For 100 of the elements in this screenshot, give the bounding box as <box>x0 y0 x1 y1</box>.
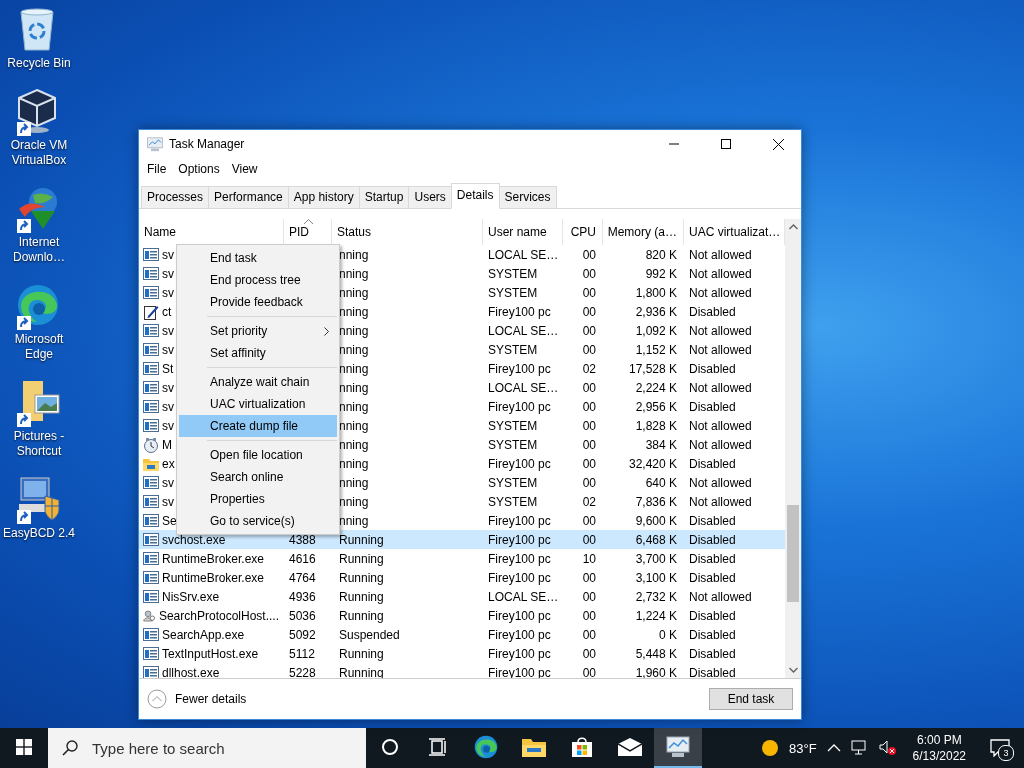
clock-icon <box>143 436 159 453</box>
table-cell: 2,956 K <box>635 399 677 414</box>
table-cell[interactable]: LOCAL SE… <box>483 245 563 264</box>
context-menu-item[interactable]: Set affinity <box>179 342 337 364</box>
table-cell[interactable]: LOCAL SE… <box>483 378 563 397</box>
table-cell: Running <box>339 608 384 623</box>
speaker-muted-icon[interactable] <box>878 740 897 756</box>
table-cell[interactable]: Firey100 pc <box>483 511 563 530</box>
table-cell[interactable]: SYSTEM <box>483 340 563 359</box>
table-cell: ex <box>162 456 175 471</box>
table-cell: 5092 <box>289 627 316 642</box>
window-icon <box>143 476 159 489</box>
context-menu-item[interactable]: Open file location <box>179 444 337 466</box>
table-cell[interactable]: SYSTEM <box>483 473 563 492</box>
table-cell: Disabled <box>689 399 736 414</box>
table-cell: SearchProtocolHost.... <box>158 608 279 623</box>
clock[interactable]: 6:00 PM 6/13/2022 <box>906 732 972 764</box>
fewer-details-button[interactable]: Fewer details <box>147 689 703 709</box>
table-cell[interactable]: Firey100 pc <box>483 568 563 587</box>
table-cell[interactable]: LOCAL SE… <box>483 321 563 340</box>
monitor-chart-icon <box>147 136 163 152</box>
end-task-button[interactable]: End task <box>709 688 793 710</box>
table-cell: 1,224 K <box>635 608 677 623</box>
desktop-icon-label[interactable]: EasyBCD 2.4 <box>2 526 76 541</box>
table-cell: nning <box>339 513 369 528</box>
scrollbar[interactable] <box>785 219 801 678</box>
scrollbar-thumb[interactable] <box>787 505 799 602</box>
table-cell: sv <box>162 285 174 300</box>
table-cell[interactable]: Firey100 pc <box>483 644 563 663</box>
context-menu-item[interactable]: Properties <box>179 488 337 510</box>
context-menu-item[interactable]: Search online <box>179 466 337 488</box>
table-cell[interactable]: SYSTEM <box>483 283 563 302</box>
table-cell: Disabled <box>689 665 736 678</box>
desktop-icon-label[interactable]: Internet Downlo… <box>2 235 76 265</box>
chevron-up-icon[interactable] <box>826 743 841 753</box>
table-cell: Disabled <box>689 551 736 566</box>
window-icon <box>143 343 159 356</box>
menu-item[interactable]: View <box>225 162 264 176</box>
table-cell[interactable]: SYSTEM <box>483 492 563 511</box>
menu-item[interactable]: Options <box>172 162 226 176</box>
context-menu-item[interactable]: End process tree <box>179 269 337 291</box>
context-menu-item[interactable]: Provide feedback <box>179 291 337 313</box>
shopping-bag-icon <box>571 736 593 758</box>
tab[interactable]: Services <box>498 186 557 208</box>
table-cell[interactable]: Firey100 pc <box>483 549 563 568</box>
context-menu-item[interactable]: End task <box>179 247 337 269</box>
table-cell[interactable]: Firey100 pc <box>483 454 563 473</box>
table-cell[interactable]: Firey100 pc <box>483 359 563 378</box>
table-cell[interactable]: SYSTEM <box>483 264 563 283</box>
window-icon <box>143 419 159 432</box>
table-cell[interactable]: Firey100 pc <box>483 606 563 625</box>
tab[interactable]: Performance <box>208 186 289 208</box>
table-cell: 384 K <box>645 437 677 452</box>
table-cell: 820 K <box>645 247 677 262</box>
desktop-icon-label[interactable]: Pictures - Shortcut <box>2 429 76 459</box>
chevron-up-circle-icon <box>147 689 167 709</box>
context-menu-item[interactable]: Create dump file <box>179 415 337 437</box>
context-menu-item[interactable]: Set priority <box>179 320 337 342</box>
taskbar-app-button[interactable] <box>654 728 702 768</box>
table-cell: sv <box>162 418 174 433</box>
column-header[interactable]: CPU <box>563 219 603 245</box>
table-cell[interactable]: Firey100 pc <box>483 397 563 416</box>
table-cell[interactable]: LOCAL SE… <box>483 587 563 606</box>
table-cell[interactable]: Firey100 pc <box>483 530 563 549</box>
notification-icon[interactable] <box>990 739 1010 757</box>
tab[interactable]: App history <box>287 186 360 208</box>
context-menu-item[interactable]: Analyze wait chain <box>179 371 337 393</box>
tab[interactable]: Startup <box>358 186 410 208</box>
table-cell[interactable]: Firey100 pc <box>483 625 563 644</box>
table-cell: 1,152 K <box>635 342 677 357</box>
weather-temperature[interactable]: 83°F <box>789 740 817 756</box>
table-cell: 00 <box>582 665 596 678</box>
desktop-icon-label[interactable]: Oracle VM VirtualBox <box>2 138 76 168</box>
table-cell: 00 <box>582 627 596 642</box>
tab[interactable]: Details <box>450 183 500 209</box>
table-cell: Not allowed <box>689 437 752 452</box>
window-icon <box>143 590 159 603</box>
desktop-icon-label[interactable]: Recycle Bin <box>2 56 76 71</box>
table-cell: Not allowed <box>689 266 752 281</box>
folder-icon <box>143 456 159 471</box>
network-icon[interactable] <box>850 740 869 756</box>
table-cell: sv <box>162 380 174 395</box>
column-header[interactable]: User name <box>483 219 563 245</box>
table-cell: sv <box>162 399 174 414</box>
desktop-icon-label[interactable]: Microsoft Edge <box>2 332 76 362</box>
table-cell: Not allowed <box>689 380 752 395</box>
table-cell: 1,092 K <box>635 323 677 338</box>
table-cell: 00 <box>582 323 596 338</box>
table-cell: nning <box>339 494 369 509</box>
tab[interactable]: Processes <box>141 186 210 208</box>
table-cell[interactable]: SYSTEM <box>483 416 563 435</box>
search-field[interactable]: Type here to search <box>48 728 366 768</box>
context-menu-item[interactable]: Go to service(s) <box>179 510 337 532</box>
tab[interactable]: Users <box>408 186 452 208</box>
table-cell: Disabled <box>689 513 736 528</box>
table-cell[interactable]: SYSTEM <box>483 435 563 454</box>
column-header[interactable]: Memory (a… <box>603 219 684 245</box>
menu-item[interactable]: File <box>141 162 173 176</box>
context-menu-item[interactable]: UAC virtualization <box>179 393 337 415</box>
table-cell[interactable]: Firey100 pc <box>483 302 563 321</box>
